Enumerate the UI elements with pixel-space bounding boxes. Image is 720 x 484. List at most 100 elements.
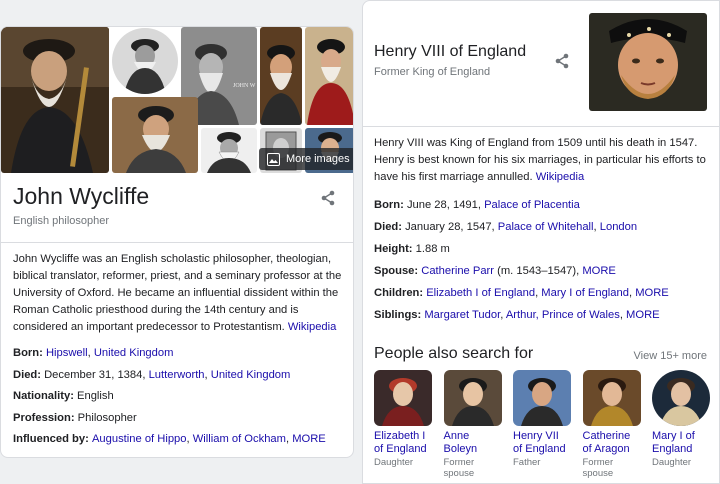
- fact-link[interactable]: Elizabeth I of England: [426, 287, 535, 299]
- fact-value: (m. 1543–1547),: [494, 265, 583, 277]
- more-images-button[interactable]: More images: [259, 148, 353, 170]
- person-relation: Daughter: [652, 457, 714, 468]
- fact-row: Died: January 28, 1547, Palace of Whiteh…: [374, 221, 637, 233]
- person-name-line[interactable]: Henry VII: [513, 430, 575, 443]
- person-name-line[interactable]: of England: [513, 443, 575, 456]
- portrait-image-7[interactable]: [201, 128, 257, 173]
- person-card[interactable]: Anne Boleyn Former spouse: [443, 370, 506, 479]
- fact-link[interactable]: Hipswell: [46, 347, 88, 359]
- fact-value: 1.88 m: [415, 243, 450, 255]
- fact-link[interactable]: William of Ockham: [193, 433, 286, 445]
- fact-link[interactable]: MORE: [626, 309, 660, 321]
- person-portrait[interactable]: [374, 370, 432, 426]
- more-images-label: More images: [286, 153, 350, 165]
- person-name[interactable]: Catherine of Aragon: [583, 430, 645, 456]
- entity-subtitle: English philosopher: [13, 215, 110, 227]
- fact-row: Influenced by: Augustine of Hippo, Willi…: [13, 433, 326, 445]
- fact-label: Died:: [13, 368, 45, 381]
- fact-row: Height: 1.88 m: [374, 243, 450, 255]
- person-name-line[interactable]: of England: [374, 443, 436, 456]
- image-strip: JOHN W More images: [1, 27, 353, 173]
- person-relation-line: spouse: [582, 468, 614, 479]
- fact-value: January 28, 1547,: [405, 221, 498, 233]
- person-relation-line: spouse: [443, 468, 475, 479]
- person-name-line[interactable]: of Aragon: [583, 443, 645, 456]
- portrait-image-henry[interactable]: [589, 13, 707, 111]
- wikipedia-link[interactable]: Wikipedia: [536, 171, 585, 183]
- person-name-line[interactable]: Mary I of: [652, 430, 714, 443]
- person-card[interactable]: Catherine of Aragon Former spouse: [582, 370, 645, 479]
- person-name[interactable]: Henry VII of England: [513, 430, 575, 456]
- fact-link[interactable]: London: [600, 221, 637, 233]
- portrait-image-4[interactable]: [260, 27, 302, 125]
- view-more-link[interactable]: View 15+ more: [634, 350, 707, 362]
- fact-link[interactable]: Catherine Parr: [421, 265, 494, 277]
- fact-row: Born: June 28, 1491, Palace of Placentia: [374, 199, 580, 211]
- fact-link[interactable]: Augustine of Hippo: [92, 433, 187, 445]
- fact-link[interactable]: United Kingdom: [211, 369, 291, 381]
- person-name-line[interactable]: Anne: [444, 430, 506, 443]
- person-relation: Father: [513, 457, 575, 468]
- fact-link[interactable]: Lutterworth: [149, 369, 205, 381]
- person-portrait[interactable]: [443, 370, 502, 426]
- person-name-line[interactable]: Elizabeth I: [374, 430, 436, 443]
- entity-title: John Wycliffe: [13, 183, 150, 209]
- fact-value: Philosopher: [77, 411, 137, 424]
- portrait-image-2[interactable]: [112, 28, 178, 94]
- fact-label: Siblings:: [374, 309, 425, 321]
- fact-link[interactable]: Arthur, Prince of Wales: [506, 309, 620, 321]
- people-also-search-title: People also search for: [374, 345, 534, 362]
- person-name-line[interactable]: England: [652, 443, 714, 456]
- person-name[interactable]: Mary I of England: [652, 430, 714, 456]
- person-portrait[interactable]: [652, 370, 710, 426]
- share-icon[interactable]: [553, 52, 571, 70]
- fact-link[interactable]: Margaret Tudor: [424, 309, 500, 321]
- fact-value: June 28, 1491,: [406, 199, 485, 211]
- fact-link[interactable]: Mary I of England: [541, 287, 629, 299]
- fact-link[interactable]: Palace of Placentia: [484, 199, 580, 211]
- images-icon: [267, 152, 280, 166]
- portrait-image-5[interactable]: [305, 27, 353, 125]
- fact-row: Born: Hipswell, United Kingdom: [13, 347, 173, 359]
- fact-link[interactable]: MORE: [292, 433, 326, 445]
- fact-link[interactable]: United Kingdom: [94, 347, 174, 359]
- person-portrait[interactable]: [582, 370, 641, 426]
- knowledge-panel-henry-viii: Henry VIII of England Former King of Eng…: [362, 0, 720, 484]
- person-portrait[interactable]: [513, 370, 571, 426]
- person-relation-line: Former: [582, 457, 614, 468]
- fact-row: Died: December 31, 1384, Lutterworth, Un…: [13, 369, 290, 381]
- fact-label: Influenced by:: [13, 433, 92, 445]
- person-relation: Former spouse: [444, 457, 506, 479]
- fact-row: Children: Elizabeth I of England, Mary I…: [374, 287, 669, 299]
- share-icon[interactable]: [319, 189, 337, 207]
- fact-row: Profession: Philosopher: [13, 412, 137, 424]
- person-card[interactable]: Henry VII of England Father: [513, 370, 575, 468]
- person-card[interactable]: Mary I of England Daughter: [652, 370, 714, 468]
- entity-subtitle: Former King of England: [374, 66, 491, 78]
- entity-description: John Wycliffe was an English scholastic …: [13, 251, 343, 336]
- person-name-line[interactable]: Boleyn: [444, 443, 506, 456]
- person-relation: Former spouse: [583, 457, 645, 479]
- divider: [363, 126, 719, 127]
- fact-row: Nationality: English: [13, 390, 114, 402]
- person-relation-line: Former: [443, 457, 475, 468]
- wikipedia-link[interactable]: Wikipedia: [288, 321, 337, 333]
- fact-label: Nationality:: [13, 390, 78, 402]
- person-relation: Daughter: [374, 457, 436, 468]
- fact-label: Born:: [13, 347, 46, 359]
- person-card[interactable]: Elizabeth Iof England Daughter: [374, 370, 436, 468]
- knowledge-panel-john-wycliffe: JOHN W More images John Wycliffe English…: [0, 26, 354, 458]
- portrait-image-main[interactable]: [1, 27, 109, 173]
- portrait-image-6[interactable]: [112, 97, 198, 173]
- fact-row: Spouse: Catherine Parr (m. 1543–1547), M…: [374, 265, 616, 277]
- person-name[interactable]: Elizabeth Iof England: [374, 430, 436, 456]
- person-name[interactable]: Anne Boleyn: [444, 430, 506, 456]
- divider: [1, 242, 353, 243]
- fact-link[interactable]: Palace of Whitehall: [498, 221, 594, 233]
- person-relation-line: Daughter: [652, 457, 692, 468]
- person-relation-line: Daughter: [374, 457, 414, 468]
- person-name-line[interactable]: Catherine: [583, 430, 645, 443]
- fact-link[interactable]: MORE: [635, 287, 669, 299]
- fact-label: Profession:: [13, 411, 78, 424]
- fact-link[interactable]: MORE: [582, 265, 616, 277]
